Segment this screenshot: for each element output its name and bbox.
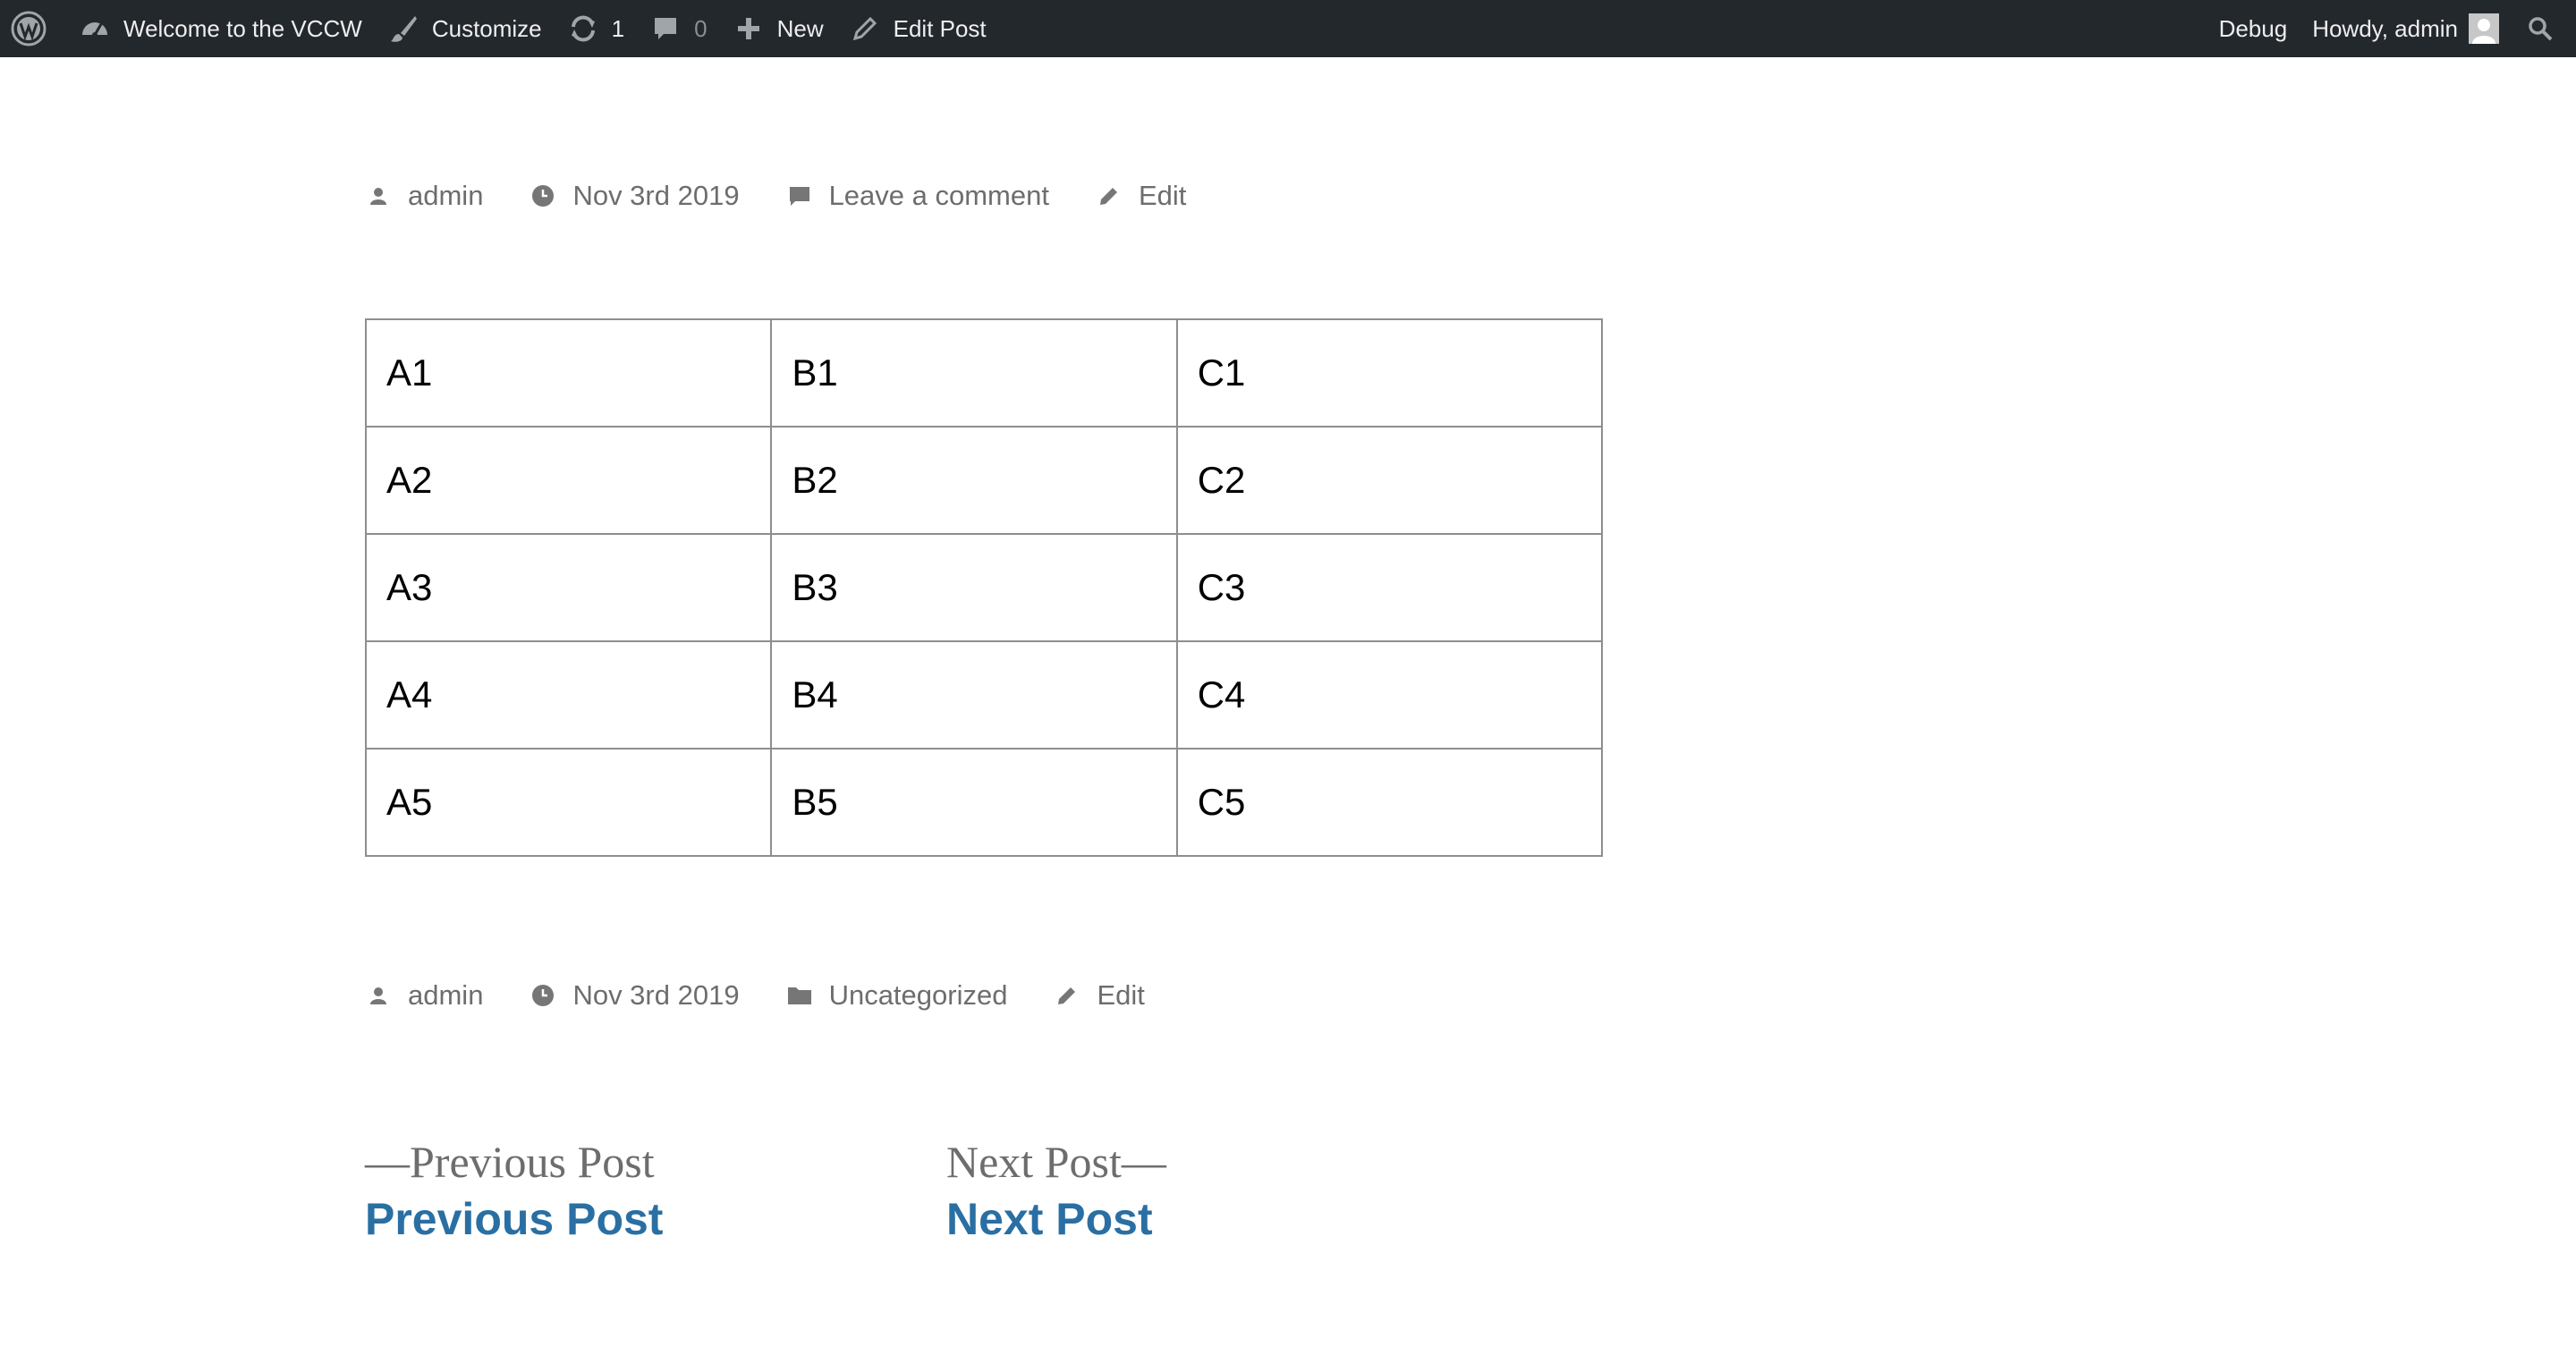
date-link[interactable]: Nov 3rd 2019 <box>572 979 739 1012</box>
person-icon <box>365 182 392 209</box>
table-row: A3 B3 C3 <box>364 533 1604 642</box>
table-row: A2 B2 C2 <box>364 426 1604 535</box>
admin-search-button[interactable] <box>2512 0 2576 57</box>
site-name-label: Welcome to the VCCW <box>123 14 362 42</box>
post-edit: Edit <box>1054 979 1145 1012</box>
table-cell: C2 <box>1175 426 1604 535</box>
edit-link[interactable]: Edit <box>1139 180 1186 212</box>
new-content-menu[interactable]: New <box>720 0 836 57</box>
avatar <box>2469 13 2499 44</box>
previous-post-link[interactable]: —Previous Post Previous Post <box>365 1138 946 1246</box>
customize-link[interactable]: Customize <box>375 0 555 57</box>
table-cell: A3 <box>364 533 773 642</box>
category-link[interactable]: Uncategorized <box>829 979 1008 1012</box>
wordpress-icon <box>9 9 48 48</box>
folder-icon <box>786 982 813 1009</box>
table-cell: C1 <box>1175 318 1604 428</box>
comment-bubble-icon <box>649 13 682 45</box>
clock-icon <box>530 182 556 209</box>
table-cell: A1 <box>364 318 773 428</box>
wordpress-menu[interactable] <box>0 0 66 57</box>
dashboard-icon <box>79 13 111 45</box>
next-post-link[interactable]: Next Post— Next Post <box>946 1138 1166 1246</box>
post-author: admin <box>365 979 483 1012</box>
author-link[interactable]: admin <box>408 979 483 1012</box>
date-link[interactable]: Nov 3rd 2019 <box>572 180 739 212</box>
admin-bar: Welcome to the VCCW Customize 1 0 New Ed… <box>0 0 2576 57</box>
pencil-icon <box>849 13 881 45</box>
clock-icon <box>530 982 556 1009</box>
table-cell: B5 <box>770 748 1178 857</box>
paintbrush-icon <box>387 13 419 45</box>
table-cell: A5 <box>364 748 773 857</box>
post-category: Uncategorized <box>786 979 1008 1012</box>
admin-bar-right: Debug Howdy, admin <box>2207 0 2576 57</box>
customize-label: Customize <box>431 14 542 42</box>
content-table: A1 B1 C1 A2 B2 C2 A3 B3 C3 A4 B4 C4 A5 B <box>364 318 1604 857</box>
table-cell: B3 <box>770 533 1178 642</box>
updates-count: 1 <box>611 14 625 42</box>
admin-bar-left: Welcome to the VCCW Customize 1 0 New Ed… <box>0 0 999 57</box>
next-post-title: Next Post <box>946 1194 1153 1244</box>
new-label: New <box>776 14 824 42</box>
table-cell: B4 <box>770 640 1178 750</box>
edit-post-link[interactable]: Edit Post <box>836 0 999 57</box>
table-cell: C4 <box>1175 640 1604 750</box>
comments-count: 0 <box>694 14 708 42</box>
debug-menu[interactable]: Debug <box>2207 0 2301 57</box>
post-meta-top: admin Nov 3rd 2019 Leave a comment Edit <box>365 180 1233 212</box>
table-row: A5 B5 C5 <box>364 748 1604 857</box>
table-cell: A4 <box>364 640 773 750</box>
table-cell: A2 <box>364 426 773 535</box>
search-icon <box>2524 13 2556 45</box>
post-date: Nov 3rd 2019 <box>530 979 740 1012</box>
pencil-icon <box>1054 982 1080 1009</box>
next-post-meta: Next Post— <box>946 1137 1166 1187</box>
post-navigation: —Previous Post Previous Post Next Post— … <box>365 1138 1166 1246</box>
previous-post-title: Previous Post <box>365 1194 664 1244</box>
table-cell: C3 <box>1175 533 1604 642</box>
table-cell: C5 <box>1175 748 1604 857</box>
table-cell: B2 <box>770 426 1178 535</box>
updates-link[interactable]: 1 <box>555 0 637 57</box>
edit-post-label: Edit Post <box>893 14 987 42</box>
table-row: A1 B1 C1 <box>364 318 1604 428</box>
author-link[interactable]: admin <box>408 180 483 212</box>
previous-post-meta: —Previous Post <box>365 1137 655 1187</box>
updates-icon <box>567 13 599 45</box>
comments-link[interactable]: 0 <box>637 0 719 57</box>
post-date: Nov 3rd 2019 <box>530 180 740 212</box>
post-comments: Leave a comment <box>786 180 1049 212</box>
howdy-label: Howdy, admin <box>2312 14 2458 42</box>
site-name-menu[interactable]: Welcome to the VCCW <box>66 0 375 57</box>
pencil-icon <box>1096 182 1123 209</box>
person-icon <box>365 982 392 1009</box>
leave-comment-link[interactable]: Leave a comment <box>829 180 1049 212</box>
post-author: admin <box>365 180 483 212</box>
account-menu[interactable]: Howdy, admin <box>2300 0 2512 57</box>
debug-label: Debug <box>2218 14 2288 42</box>
edit-link[interactable]: Edit <box>1097 979 1144 1012</box>
post-edit: Edit <box>1096 180 1186 212</box>
post-meta-bottom: admin Nov 3rd 2019 Uncategorized Edit <box>365 979 1191 1012</box>
table-row: A4 B4 C4 <box>364 640 1604 750</box>
table-cell: B1 <box>770 318 1178 428</box>
plus-icon <box>733 13 765 45</box>
comment-icon <box>786 182 813 209</box>
